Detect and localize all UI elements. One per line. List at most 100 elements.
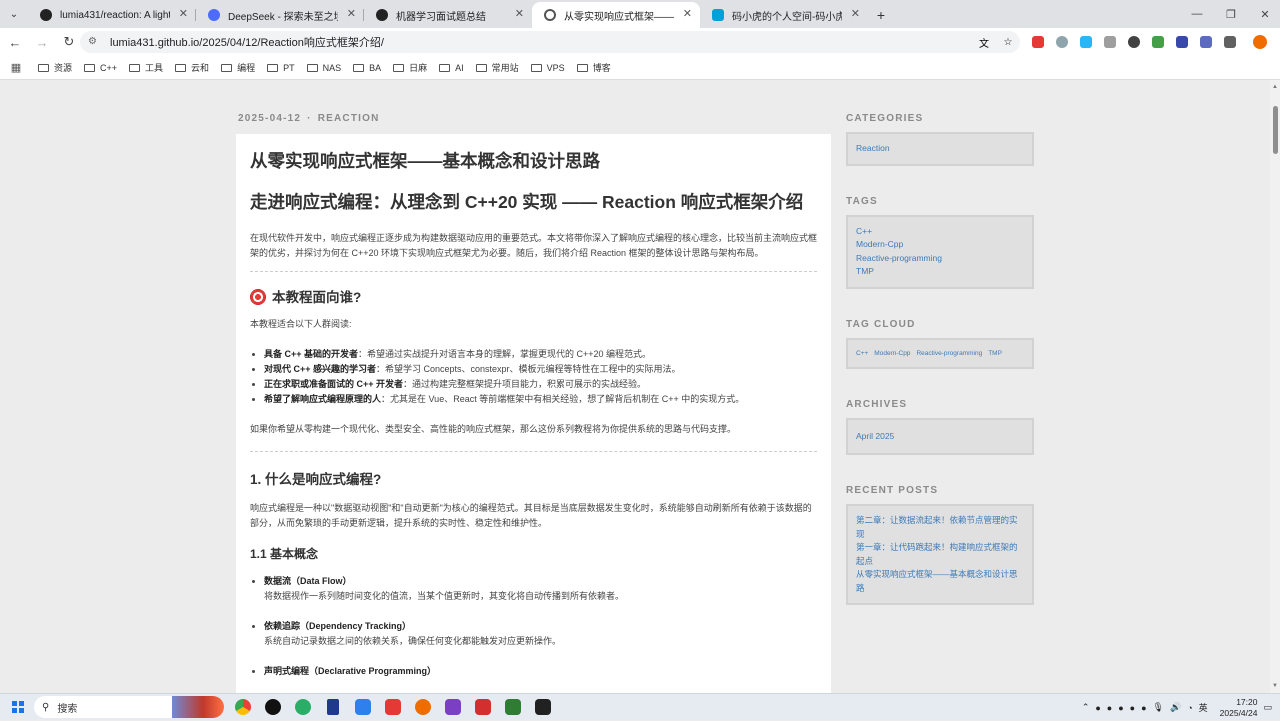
- minimize-icon[interactable]: —: [1180, 0, 1214, 28]
- scroll-down-icon[interactable]: ▼: [1272, 683, 1278, 689]
- new-tab-button[interactable]: +: [868, 2, 894, 28]
- recent-post-link[interactable]: 第一章：让代码跑起来！构建响应式框架的起点: [856, 541, 1024, 568]
- reload-icon[interactable]: ↻: [57, 30, 81, 54]
- notification-icon[interactable]: ▭: [1263, 702, 1272, 713]
- bookmark-folder[interactable]: NAS: [306, 63, 341, 73]
- tag-link[interactable]: Reactive-programming: [856, 252, 1024, 266]
- tray-app-icon[interactable]: ●: [1095, 703, 1100, 713]
- extension-dark-icon[interactable]: [1122, 31, 1146, 53]
- close-icon[interactable]: ✕: [347, 7, 356, 20]
- bookmark-folder[interactable]: 日麻: [393, 61, 427, 74]
- tray-app-icon[interactable]: ●: [1107, 703, 1112, 713]
- bookmark-folder[interactable]: 常用站: [475, 61, 519, 74]
- bookmark-folder[interactable]: 资源: [38, 61, 72, 74]
- forward-icon[interactable]: →: [30, 30, 54, 54]
- post-category-link[interactable]: REACTION: [318, 113, 380, 124]
- bookmark-folder[interactable]: 博客: [576, 61, 611, 74]
- extension-gray-icon[interactable]: [1098, 31, 1122, 53]
- network-icon[interactable]: ◔: [1187, 703, 1192, 713]
- tab-4[interactable]: 码小虎的个人空间-码小虎个人 ✕: [700, 2, 868, 28]
- vscode-icon[interactable]: [348, 695, 378, 719]
- extensions-puzzle-icon[interactable]: [1218, 31, 1242, 53]
- bookmark-folder[interactable]: PT: [267, 63, 295, 73]
- volume-icon[interactable]: 🔊: [1170, 702, 1181, 713]
- folder-icon: [221, 63, 233, 72]
- bookmark-label: BA: [369, 62, 382, 73]
- archives-box: April 2025: [846, 417, 1034, 455]
- address-bar[interactable]: ⚙ lumia431.github.io/2025/04/12/Reaction…: [80, 31, 1020, 53]
- scroll-up-icon[interactable]: ▲: [1272, 84, 1278, 90]
- bookmark-folder[interactable]: VPS: [530, 63, 565, 73]
- bookmark-folder[interactable]: 云和: [175, 61, 209, 74]
- terminal-app-icon[interactable]: [528, 695, 558, 719]
- close-icon[interactable]: ✕: [851, 7, 860, 20]
- extension-cloud-icon[interactable]: [1050, 31, 1074, 53]
- list-item-text: ：通过构建完整框架提升项目能力，积累可展示的实战经验。: [403, 379, 647, 389]
- windows-start-icon[interactable]: [12, 701, 24, 713]
- clock[interactable]: 17:20 2025/4/24: [1220, 697, 1258, 719]
- extension-people-icon[interactable]: [1194, 31, 1218, 53]
- bookmark-folder[interactable]: C++: [84, 63, 117, 73]
- bookmark-folder[interactable]: 编程: [221, 61, 255, 74]
- chrome-icon[interactable]: [228, 695, 258, 719]
- tray-app-icon[interactable]: ●: [1118, 703, 1123, 713]
- tab-2[interactable]: 机器学习面试题总结 ✕: [364, 2, 532, 28]
- back-icon[interactable]: ←: [3, 30, 27, 54]
- close-icon[interactable]: ✕: [515, 7, 524, 20]
- tab-0[interactable]: lumia431/reaction: A lightw ✕: [28, 2, 196, 28]
- tab-3[interactable]: 从零实现响应式框架——基本概 ✕: [532, 2, 700, 28]
- tag-cloud-link[interactable]: TMP: [988, 350, 1002, 357]
- tab-title: 码小虎的个人空间-码小虎个人: [732, 11, 842, 23]
- search-label: 搜索: [57, 703, 78, 715]
- site-info-icon[interactable]: ⚙: [88, 36, 100, 48]
- bookmarks-bar: ▦ 资源 C++ 工具 云和 编程 PT NAS BA 日麻 AI 常用站 VP…: [0, 56, 1280, 80]
- youdao-icon[interactable]: [378, 695, 408, 719]
- extension-green-icon[interactable]: [1146, 31, 1170, 53]
- search-tool-icon[interactable]: [408, 695, 438, 719]
- scrollbar-thumb[interactable]: [1273, 106, 1278, 154]
- audience-intro: 本教程适合以下人群阅读:: [250, 319, 352, 329]
- extension-play-icon[interactable]: [1170, 31, 1194, 53]
- bookmark-folder[interactable]: AI: [439, 63, 464, 73]
- tag-cloud-link[interactable]: C++: [856, 350, 868, 357]
- tab-1[interactable]: DeepSeek - 探索未至之境 ✕: [196, 2, 364, 28]
- folder-icon: [38, 63, 49, 72]
- extension-blue-icon[interactable]: [1074, 31, 1098, 53]
- menu-icon[interactable]: ⋮: [1272, 31, 1280, 53]
- tab-search-icon[interactable]: ⌄: [0, 0, 28, 28]
- archive-link[interactable]: April 2025: [856, 430, 1024, 444]
- maximize-icon[interactable]: ❐: [1214, 0, 1248, 28]
- bookmark-folder[interactable]: BA: [353, 63, 381, 73]
- tray-app-icon[interactable]: ●: [1130, 703, 1135, 713]
- apps-grid-icon[interactable]: ▦: [0, 61, 32, 74]
- profile-avatar-icon[interactable]: [1248, 31, 1272, 53]
- bookmark-star-icon[interactable]: ☆: [996, 31, 1020, 53]
- tray-app-icon[interactable]: ●: [1141, 703, 1146, 713]
- page-scrollbar[interactable]: ▲ ▼: [1270, 80, 1280, 693]
- visual-studio-icon[interactable]: [438, 695, 468, 719]
- close-icon[interactable]: ✕: [683, 7, 692, 20]
- close-window-icon[interactable]: ✕: [1248, 0, 1280, 28]
- wps-icon[interactable]: [468, 695, 498, 719]
- app-file-icon[interactable]: [318, 695, 348, 719]
- tiktok-icon[interactable]: [258, 695, 288, 719]
- category-link[interactable]: Reaction: [856, 142, 1024, 156]
- tag-link[interactable]: C++: [856, 225, 1024, 239]
- tag-cloud-link[interactable]: Modern-Cpp: [874, 350, 910, 357]
- concept-desc: 系统自动记录数据之间的依赖关系，确保任何变化都能触发对应更新操作。: [264, 636, 562, 646]
- recent-post-link[interactable]: 第二章：让数据流起来！依赖节点管理的实现: [856, 514, 1024, 541]
- wechat-icon[interactable]: [288, 695, 318, 719]
- close-icon[interactable]: ✕: [179, 7, 188, 20]
- tag-link[interactable]: TMP: [856, 265, 1024, 279]
- taskbar-search[interactable]: ⚲ 搜索: [34, 696, 224, 718]
- microphone-icon[interactable]: 🎙: [1153, 702, 1164, 713]
- ime-indicator[interactable]: 英: [1199, 701, 1208, 714]
- green-app-icon[interactable]: [498, 695, 528, 719]
- recent-post-link[interactable]: 从零实现响应式框架——基本概念和设计思路: [856, 568, 1024, 595]
- translate-icon[interactable]: ⽂: [972, 31, 996, 53]
- tag-cloud-link[interactable]: Reactive-programming: [916, 350, 982, 357]
- extension-red-icon[interactable]: [1026, 31, 1050, 53]
- bookmark-folder[interactable]: 工具: [129, 61, 163, 74]
- tag-link[interactable]: Modern-Cpp: [856, 238, 1024, 252]
- tray-expand-icon[interactable]: ⌃: [1082, 702, 1090, 713]
